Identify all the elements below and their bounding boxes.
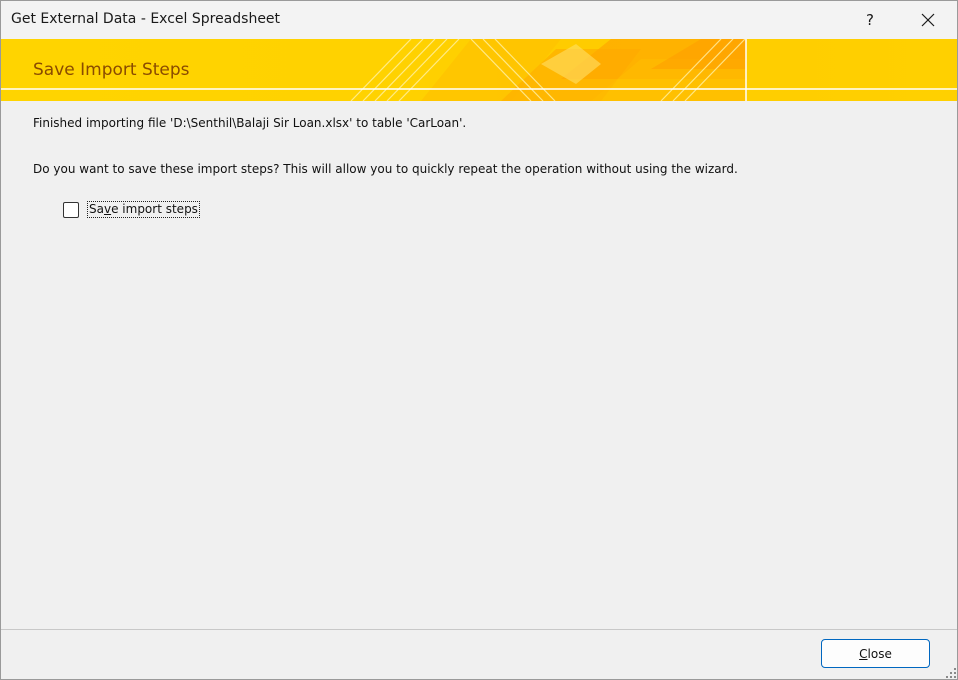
close-button[interactable]: Close: [821, 639, 930, 668]
checkbox-label-part: e import steps: [111, 202, 198, 216]
help-button[interactable]: ?: [847, 1, 893, 39]
banner-title: Save Import Steps: [33, 60, 190, 80]
save-prompt: Do you want to save these import steps? …: [33, 162, 738, 176]
save-import-steps-checkbox[interactable]: Save import steps: [63, 201, 200, 218]
finished-message: Finished importing file 'D:\Senthil\Bala…: [33, 116, 467, 130]
footer-divider: [1, 629, 957, 630]
wizard-banner: Save Import Steps: [1, 39, 957, 101]
close-icon: [921, 13, 935, 27]
close-button-mnemonic: C: [859, 646, 868, 661]
checkbox-label-part: Sa: [89, 202, 104, 216]
close-button-label: lose: [867, 646, 892, 661]
checkbox-box[interactable]: [63, 201, 79, 218]
dialog-window: Get External Data - Excel Spreadsheet ?: [0, 0, 958, 680]
window-title: Get External Data - Excel Spreadsheet: [11, 11, 281, 27]
window-close-button[interactable]: [905, 1, 951, 39]
help-icon: ?: [866, 11, 874, 29]
checkbox-label[interactable]: Save import steps: [87, 201, 200, 218]
title-bar[interactable]: Get External Data - Excel Spreadsheet ?: [1, 1, 957, 39]
resize-grip-icon[interactable]: [945, 667, 957, 679]
